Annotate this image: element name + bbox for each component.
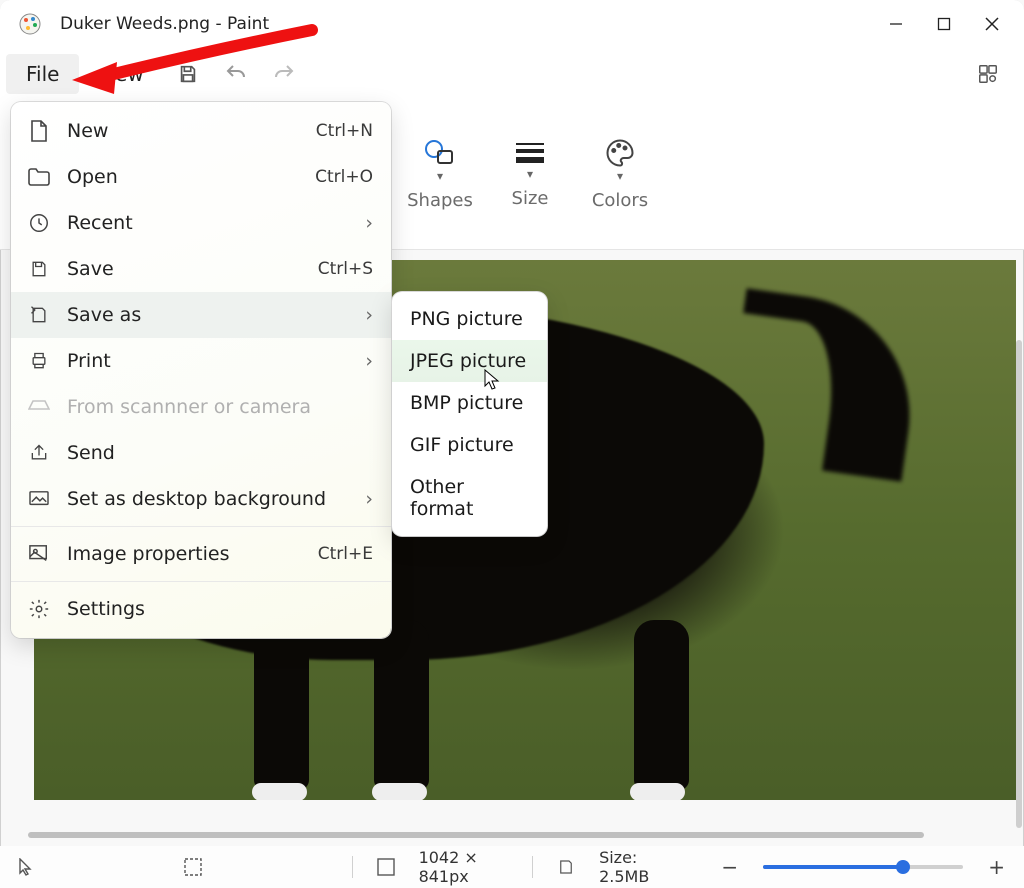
menu-bar: File iew	[0, 48, 1024, 100]
menu-item-label: Send	[67, 442, 373, 464]
menu-item-label: Open	[67, 166, 299, 188]
ribbon-size[interactable]: ▾ Size	[485, 100, 575, 249]
chevron-right-icon: ›	[365, 488, 373, 510]
clock-icon	[27, 211, 51, 235]
ribbon-colors[interactable]: ▾ Colors	[575, 100, 665, 249]
ribbon-size-label: Size	[512, 188, 549, 209]
undo-icon-button[interactable]	[212, 54, 260, 94]
save-as-icon	[27, 303, 51, 327]
menu-item-label: Save	[67, 258, 302, 280]
menu-item-send[interactable]: Send	[11, 430, 391, 476]
gear-icon	[27, 597, 51, 621]
scanner-icon	[27, 395, 51, 419]
menu-item-label: From scannner or camera	[67, 396, 373, 418]
folder-icon	[27, 165, 51, 189]
image-props-icon	[27, 542, 51, 566]
zoom-in-button[interactable]: +	[987, 855, 1006, 879]
menu-item-label: Image properties	[67, 543, 302, 565]
menu-item-shortcut: Ctrl+N	[316, 121, 373, 141]
save-as-submenu: PNG picture JPEG picture BMP picture GIF…	[392, 292, 547, 536]
shapes-icon: ▾	[423, 138, 457, 182]
status-size-label: Size:	[599, 848, 637, 867]
status-size-value: 2.5MB	[599, 867, 649, 886]
submenu-item-bmp[interactable]: BMP picture	[392, 382, 547, 424]
paint-app-icon	[18, 12, 42, 36]
horizontal-scrollbar[interactable]	[28, 832, 924, 838]
ribbon-shapes[interactable]: ▾ Shapes	[395, 100, 485, 249]
save-icon	[27, 257, 51, 281]
zoom-slider[interactable]	[763, 865, 963, 869]
save-icon-button[interactable]	[164, 54, 212, 94]
submenu-item-gif[interactable]: GIF picture	[392, 424, 547, 466]
chevron-down-icon: ▾	[437, 170, 443, 182]
file-menu-button[interactable]: File	[6, 54, 79, 94]
new-file-icon	[27, 119, 51, 143]
minimize-button[interactable]	[872, 0, 920, 48]
menu-item-image-properties[interactable]: Image properties Ctrl+E	[11, 531, 391, 577]
mouse-cursor-icon	[484, 369, 502, 391]
chevron-right-icon: ›	[365, 212, 373, 234]
print-icon	[27, 349, 51, 373]
chevron-down-icon: ▾	[617, 170, 623, 182]
dimensions-icon	[377, 858, 395, 876]
overflow-settings-icon[interactable]	[964, 54, 1012, 94]
ribbon-colors-label: Colors	[592, 190, 648, 211]
redo-icon-button[interactable]	[260, 54, 308, 94]
file-dropdown-menu: New Ctrl+N Open Ctrl+O Recent › Save Ctr…	[11, 102, 391, 638]
status-dimensions: 1042 × 841px	[419, 848, 509, 886]
status-bar: 1042 × 841px Size: 2.5MB − +	[0, 846, 1024, 888]
selection-icon	[184, 858, 202, 876]
submenu-item-png[interactable]: PNG picture	[392, 298, 547, 340]
menu-item-set-desktop[interactable]: Set as desktop background ›	[11, 476, 391, 522]
vertical-scrollbar[interactable]	[1016, 340, 1022, 828]
menu-item-open[interactable]: Open Ctrl+O	[11, 154, 391, 200]
menu-item-new[interactable]: New Ctrl+N	[11, 108, 391, 154]
submenu-item-other[interactable]: Other format	[392, 466, 547, 530]
desktop-icon	[27, 487, 51, 511]
menu-separator	[11, 526, 391, 527]
menu-item-label: Print	[67, 350, 349, 372]
menu-item-label: New	[67, 120, 300, 142]
size-icon: ▾	[514, 140, 546, 180]
menu-item-shortcut: Ctrl+S	[318, 259, 373, 279]
menu-item-save[interactable]: Save Ctrl+S	[11, 246, 391, 292]
filesize-icon	[557, 858, 575, 876]
menu-item-print[interactable]: Print ›	[11, 338, 391, 384]
ribbon-shapes-label: Shapes	[407, 190, 473, 211]
chevron-down-icon: ▾	[527, 168, 533, 180]
zoom-out-button[interactable]: −	[720, 855, 739, 879]
menu-item-shortcut: Ctrl+O	[315, 167, 373, 187]
menu-item-label: Set as desktop background	[67, 488, 349, 510]
close-button[interactable]	[968, 0, 1016, 48]
menu-item-label: Settings	[67, 598, 373, 620]
window-title: Duker Weeds.png - Paint	[60, 14, 269, 34]
share-icon	[27, 441, 51, 465]
menu-item-save-as[interactable]: Save as ›	[11, 292, 391, 338]
view-menu-button[interactable]: iew	[79, 54, 163, 94]
menu-separator	[11, 581, 391, 582]
chevron-right-icon: ›	[365, 350, 373, 372]
menu-item-label: Recent	[67, 212, 349, 234]
maximize-button[interactable]	[920, 0, 968, 48]
title-bar: Duker Weeds.png - Paint	[0, 0, 1024, 48]
cursor-tool-icon	[18, 858, 34, 876]
menu-item-recent[interactable]: Recent ›	[11, 200, 391, 246]
menu-item-label: Save as	[67, 304, 349, 326]
menu-item-settings[interactable]: Settings	[11, 586, 391, 632]
chevron-right-icon: ›	[365, 304, 373, 326]
palette-icon: ▾	[603, 138, 637, 182]
submenu-item-jpeg[interactable]: JPEG picture	[392, 340, 547, 382]
menu-item-from-scanner: From scannner or camera	[11, 384, 391, 430]
menu-item-shortcut: Ctrl+E	[318, 544, 373, 564]
